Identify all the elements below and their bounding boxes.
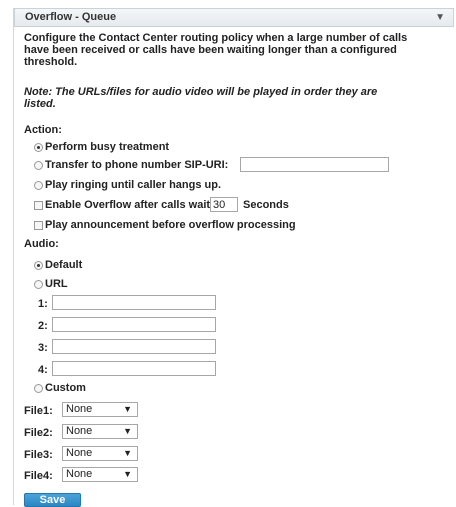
file-3-label: File3: (24, 449, 53, 461)
transfer-radio[interactable] (34, 161, 43, 170)
file-2-value: None (66, 425, 93, 437)
enable-overflow-label: Enable Overflow after calls wait (45, 199, 211, 211)
action-label: Action: (24, 124, 62, 136)
default-audio-radio[interactable] (34, 261, 43, 270)
url-1-label: 1: (38, 298, 48, 310)
file-2-select[interactable]: None ▼ (62, 424, 138, 439)
default-audio-label: Default (45, 259, 83, 271)
url-4-input[interactable] (52, 361, 216, 376)
play-announcement-checkbox[interactable] (34, 221, 43, 230)
enable-overflow-checkbox[interactable] (34, 201, 43, 210)
url-audio-radio[interactable] (34, 280, 43, 289)
panel-header[interactable]: Overflow - Queue ▼ (14, 8, 454, 27)
chevron-down-icon: ▼ (123, 448, 132, 458)
perform-busy-radio[interactable] (34, 143, 43, 152)
play-ringing-radio[interactable] (34, 181, 43, 190)
url-2-label: 2: (38, 320, 48, 332)
file-4-label: File4: (24, 470, 53, 482)
collapse-icon[interactable]: ▼ (435, 12, 445, 23)
url-1-input[interactable] (52, 295, 216, 310)
transfer-label: Transfer to phone number SIP-URI: (45, 159, 229, 171)
file-3-value: None (66, 447, 93, 459)
panel-title: Overflow - Queue (25, 11, 117, 23)
url-4-label: 4: (38, 364, 48, 376)
wait-seconds-input[interactable] (210, 197, 238, 212)
seconds-label: Seconds (243, 199, 289, 211)
note-text: Note: The URLs/files for audio video wil… (24, 86, 378, 110)
custom-audio-radio[interactable] (34, 384, 43, 393)
file-1-label: File1: (24, 405, 53, 417)
file-4-value: None (66, 468, 93, 480)
custom-audio-label: Custom (45, 382, 86, 394)
url-3-label: 3: (38, 342, 48, 354)
description-text: Configure the Contact Center routing pol… (24, 32, 408, 68)
sip-uri-input[interactable] (240, 157, 389, 172)
file-2-label: File2: (24, 427, 53, 439)
audio-label: Audio: (24, 238, 59, 250)
play-announcement-label: Play announcement before overflow proces… (45, 219, 296, 231)
file-1-select[interactable]: None ▼ (62, 402, 138, 417)
file-3-select[interactable]: None ▼ (62, 446, 138, 461)
play-ringing-label: Play ringing until caller hangs up. (45, 179, 222, 191)
chevron-down-icon: ▼ (123, 404, 132, 414)
url-3-input[interactable] (52, 339, 216, 354)
url-2-input[interactable] (52, 317, 216, 332)
file-4-select[interactable]: None ▼ (62, 467, 138, 482)
perform-busy-label: Perform busy treatment (45, 141, 170, 153)
url-audio-label: URL (45, 278, 68, 290)
chevron-down-icon: ▼ (123, 426, 132, 436)
file-1-value: None (66, 403, 93, 415)
chevron-down-icon: ▼ (123, 469, 132, 479)
